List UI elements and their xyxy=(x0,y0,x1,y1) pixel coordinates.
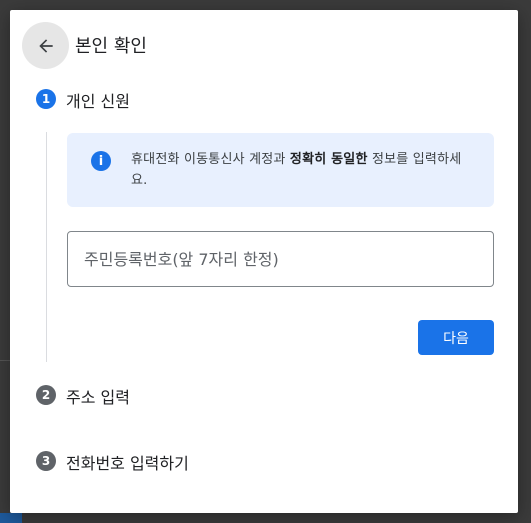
info-icon: i xyxy=(91,151,111,171)
info-text-start: 휴대전화 이동통신사 계정과 xyxy=(131,152,290,167)
step-3-badge: 3 xyxy=(36,451,56,471)
info-notice: i 휴대전화 이동통신사 계정과 정확히 동일한 정보를 입력하세요. xyxy=(67,133,494,207)
back-button[interactable] xyxy=(22,22,69,69)
identity-verification-dialog: 본인 확인 1 개인 신원 i 휴대전화 이동통신사 계정과 정확히 동일한 정… xyxy=(10,10,518,513)
info-text-emphasis: 정확히 동일한 xyxy=(289,152,368,167)
step-2-badge: 2 xyxy=(36,385,56,405)
resident-number-input[interactable] xyxy=(68,232,493,286)
backdrop-divider xyxy=(0,360,10,361)
resident-number-field[interactable] xyxy=(67,231,494,287)
next-button[interactable]: 다음 xyxy=(418,320,494,355)
step-1-badge: 1 xyxy=(36,89,56,109)
step-3-label[interactable]: 전화번호 입력하기 xyxy=(66,450,189,474)
dialog-title: 본인 확인 xyxy=(75,36,147,57)
step-2-label[interactable]: 주소 입력 xyxy=(66,384,130,408)
step-1-connector xyxy=(46,132,47,362)
step-1-label[interactable]: 개인 신원 xyxy=(66,88,130,112)
arrow-left-icon xyxy=(38,38,53,53)
backdrop-blue-strip xyxy=(0,513,22,523)
info-text: 휴대전화 이동통신사 계정과 정확히 동일한 정보를 입력하세요. xyxy=(131,149,476,191)
